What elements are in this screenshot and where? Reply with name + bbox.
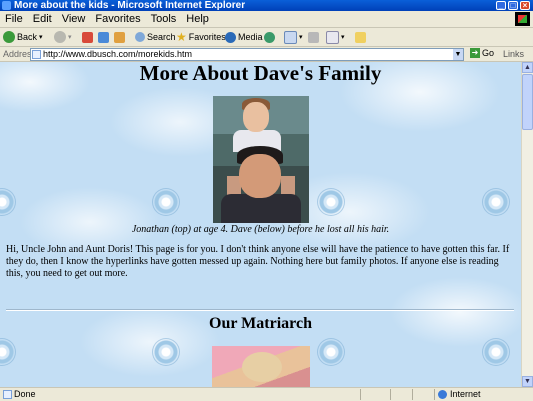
photo-caption: Jonathan (top) at age 4. Dave (below) be… — [131, 224, 390, 235]
page-done-icon — [3, 390, 12, 399]
back-button[interactable]: Back ▾ — [3, 30, 43, 44]
back-dropdown-icon[interactable]: ▾ — [39, 33, 43, 41]
ie-icon — [2, 1, 11, 10]
minimize-button[interactable]: _ — [496, 1, 506, 10]
search-button[interactable]: Search — [135, 30, 176, 44]
media-button[interactable]: Media — [225, 30, 263, 44]
swirl-decoration — [0, 188, 16, 216]
stop-button[interactable] — [82, 30, 93, 44]
print-icon — [308, 31, 319, 43]
back-arrow-icon — [3, 31, 15, 43]
star-icon: ★ — [176, 30, 187, 44]
menu-view[interactable]: View — [57, 11, 91, 27]
scroll-thumb[interactable] — [522, 74, 533, 130]
search-icon — [135, 32, 145, 42]
address-dropdown-icon[interactable]: ▼ — [453, 49, 463, 60]
toolbar: Back ▾ ▾ Search ★ Favorites Media ▾ ▾ — [0, 28, 533, 47]
divider — [6, 309, 514, 311]
refresh-button[interactable] — [98, 30, 109, 44]
maximize-button[interactable]: □ — [508, 1, 518, 10]
home-button[interactable] — [114, 30, 125, 44]
page-icon — [32, 50, 41, 59]
history-icon — [264, 31, 275, 43]
windows-logo-icon — [515, 12, 530, 26]
refresh-icon — [98, 31, 109, 43]
edit-button[interactable]: ▾ — [326, 30, 345, 44]
menu-edit[interactable]: Edit — [28, 11, 57, 27]
swirl-decoration — [482, 188, 510, 216]
swirl-decoration — [0, 338, 16, 366]
edit-icon — [326, 30, 339, 44]
scroll-down-button[interactable]: ▼ — [522, 376, 533, 387]
scroll-up-button[interactable]: ▲ — [522, 62, 533, 73]
forward-button[interactable]: ▾ — [54, 30, 72, 44]
menu-favorites[interactable]: Favorites — [90, 11, 145, 27]
swirl-decoration — [482, 338, 510, 366]
section-heading: Our Matriarch — [209, 315, 312, 332]
menu-tools[interactable]: Tools — [146, 11, 182, 27]
swirl-decoration — [152, 188, 180, 216]
print-button[interactable] — [308, 30, 319, 44]
go-arrow-icon: ➜ — [470, 48, 480, 58]
family-photo — [213, 96, 309, 223]
forward-arrow-icon — [54, 31, 66, 43]
address-url: http://www.dbusch.com/morekids.htm — [43, 49, 193, 59]
swirl-decoration — [317, 338, 345, 366]
mail-icon — [284, 30, 297, 44]
mail-dropdown-icon[interactable]: ▾ — [299, 33, 303, 41]
swirl-decoration — [317, 188, 345, 216]
window-title: More about the kids - Microsoft Internet… — [14, 0, 246, 11]
address-bar: Address http://www.dbusch.com/morekids.h… — [0, 47, 533, 62]
forward-dropdown-icon[interactable]: ▾ — [68, 33, 72, 41]
security-zone: Internet — [438, 388, 481, 400]
vertical-scrollbar[interactable]: ▲ ▼ — [521, 62, 533, 387]
page-title: More About Dave's Family — [139, 62, 382, 85]
page-content: More About Dave's Family Jonathan (top) … — [0, 62, 521, 387]
edit-dropdown-icon[interactable]: ▾ — [341, 33, 345, 41]
home-icon — [114, 31, 125, 43]
media-icon — [225, 31, 236, 43]
swirl-decoration — [152, 338, 180, 366]
close-button[interactable]: × — [520, 1, 530, 10]
status-bar: Done Internet — [0, 387, 533, 401]
menu-file[interactable]: File — [0, 11, 28, 27]
favorites-button[interactable]: ★ Favorites — [176, 30, 226, 44]
status-text: Done — [14, 389, 36, 399]
matriarch-photo — [212, 346, 310, 387]
go-button[interactable]: ➜ Go — [470, 48, 494, 58]
globe-icon — [438, 389, 447, 399]
folder-icon — [355, 31, 366, 43]
address-input[interactable]: http://www.dbusch.com/morekids.htm ▼ — [30, 48, 464, 61]
title-bar: More about the kids - Microsoft Internet… — [0, 0, 533, 11]
intro-paragraph: Hi, Uncle John and Aunt Doris! This page… — [6, 244, 510, 279]
history-button[interactable] — [264, 30, 275, 44]
menu-help[interactable]: Help — [181, 11, 214, 27]
mail-button[interactable]: ▾ — [284, 30, 303, 44]
links-button[interactable]: Links — [503, 49, 524, 59]
folder-button[interactable] — [355, 30, 366, 44]
stop-icon — [82, 31, 93, 43]
menu-bar: File Edit View Favorites Tools Help — [0, 11, 533, 28]
